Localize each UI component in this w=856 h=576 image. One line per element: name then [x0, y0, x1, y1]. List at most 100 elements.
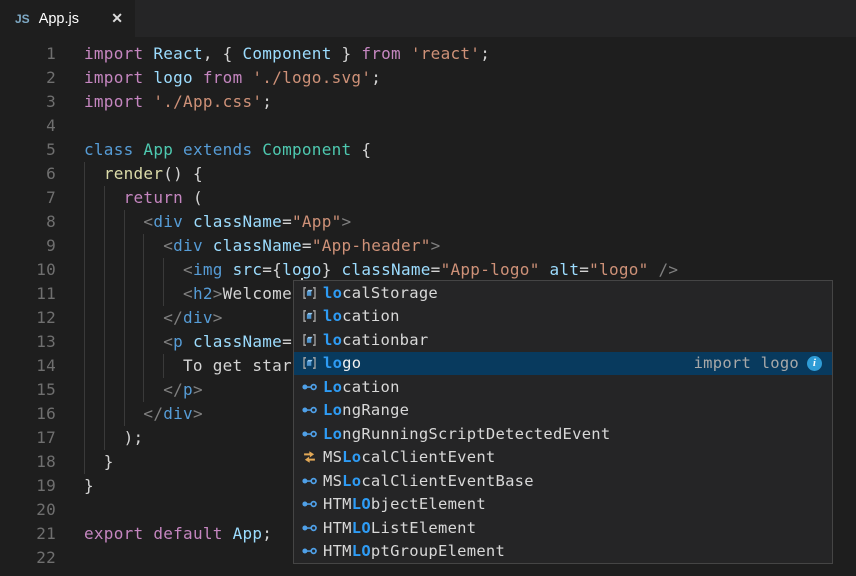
line-number[interactable]: 3 [0, 90, 56, 114]
info-icon[interactable]: i [807, 356, 822, 371]
code-token: alt [550, 260, 580, 279]
code-token: </ [163, 380, 183, 399]
tab-appjs[interactable]: JS App.js ✕ [0, 0, 135, 37]
suggestion-item[interactable]: LongRunningScriptDetectedEvent [294, 422, 832, 446]
code-token: React [153, 44, 203, 63]
code-line-content[interactable] [56, 114, 856, 138]
line-number[interactable]: 17 [0, 426, 56, 450]
suggestion-item-selected[interactable]: logoimport logoi [294, 352, 832, 376]
code-token: < [163, 236, 173, 255]
code-line-content[interactable]: import logo from './logo.svg'; [56, 66, 856, 90]
line-number[interactable]: 18 [0, 450, 56, 474]
line-number[interactable]: 5 [0, 138, 56, 162]
line-number[interactable]: 14 [0, 354, 56, 378]
line-number[interactable]: 19 [0, 474, 56, 498]
code-token [183, 212, 193, 231]
line-number[interactable]: 2 [0, 66, 56, 90]
indent-guide [84, 162, 85, 186]
code-line-content[interactable]: import React, { Component } from 'react'… [56, 42, 856, 66]
close-tab-icon[interactable]: ✕ [109, 8, 125, 29]
code-token: from [203, 68, 243, 87]
line-number[interactable]: 15 [0, 378, 56, 402]
indent-guide [124, 234, 125, 258]
code-token: "App-logo" [441, 260, 540, 279]
code-line[interactable]: 6 render() { [0, 162, 856, 186]
code-token: src [233, 260, 263, 279]
match-highlight: Lo [342, 472, 361, 490]
suggestion-item[interactable]: Location [294, 375, 832, 399]
code-token: export [84, 524, 143, 543]
code-line[interactable]: 7 return ( [0, 186, 856, 210]
match-highlight: Lo [323, 425, 342, 443]
suggestion-item[interactable]: HTMLObjectElement [294, 493, 832, 517]
code-line-content[interactable]: class App extends Component { [56, 138, 856, 162]
suggestion-item[interactable]: MSLocalClientEvent [294, 446, 832, 470]
code-line[interactable]: 8 <div className="App"> [0, 210, 856, 234]
code-token [223, 524, 233, 543]
line-number[interactable]: 12 [0, 306, 56, 330]
line-number[interactable]: 22 [0, 546, 56, 570]
code-token: 'react' [411, 44, 480, 63]
code-line[interactable]: 10 <img src={logo} className="App-logo" … [0, 258, 856, 282]
suggestion-item[interactable]: location [294, 305, 832, 329]
code-token: div [153, 212, 183, 231]
code-line[interactable]: 4 [0, 114, 856, 138]
code-line-content[interactable]: render() { [56, 162, 856, 186]
intellisense-suggest-widget[interactable]: localStoragelocationlocationbarlogoimpor… [293, 280, 833, 564]
suggestion-item[interactable]: LongRange [294, 399, 832, 423]
suggestion-label: MSLocalClientEventBase [323, 472, 534, 490]
tab-bar: JS App.js ✕ [0, 0, 856, 37]
line-number[interactable]: 9 [0, 234, 56, 258]
line-number[interactable]: 13 [0, 330, 56, 354]
code-line-content[interactable]: <img src={logo} className="App-logo" alt… [56, 258, 856, 282]
code-token: import [84, 68, 143, 87]
indent-guide [104, 330, 105, 354]
suggestion-item[interactable]: locationbar [294, 328, 832, 352]
indent-guide [84, 306, 85, 330]
code-token: go [302, 260, 322, 279]
suggestion-item[interactable]: localStorage [294, 281, 832, 305]
line-number[interactable]: 1 [0, 42, 56, 66]
line-number[interactable]: 11 [0, 282, 56, 306]
indent-guide [124, 282, 125, 306]
line-number[interactable]: 16 [0, 402, 56, 426]
code-line-content[interactable]: <div className="App"> [56, 210, 856, 234]
code-line[interactable]: 9 <div className="App-header"> [0, 234, 856, 258]
indent-guide [124, 402, 125, 426]
indent-guide [124, 258, 125, 282]
line-number[interactable]: 10 [0, 258, 56, 282]
suggestion-item[interactable]: MSLocalClientEventBase [294, 469, 832, 493]
line-number[interactable]: 7 [0, 186, 56, 210]
code-token: < [163, 332, 173, 351]
code-token: > [193, 380, 203, 399]
tab-title: App.js [39, 11, 110, 27]
code-token: < [143, 212, 153, 231]
line-number[interactable]: 6 [0, 162, 56, 186]
code-token [84, 404, 143, 423]
indent-guide [104, 234, 105, 258]
code-line-content[interactable]: <div className="App-header"> [56, 234, 856, 258]
line-number[interactable]: 20 [0, 498, 56, 522]
variable-kind-icon [300, 355, 318, 371]
suggestion-item[interactable]: HTMLOListElement [294, 516, 832, 540]
code-token [540, 260, 550, 279]
code-token: /> [658, 260, 678, 279]
code-line[interactable]: 5class App extends Component { [0, 138, 856, 162]
indent-guide [84, 330, 85, 354]
line-number[interactable]: 21 [0, 522, 56, 546]
code-line[interactable]: 2import logo from './logo.svg'; [0, 66, 856, 90]
code-line[interactable]: 3import './App.css'; [0, 90, 856, 114]
code-line-content[interactable]: import './App.css'; [56, 90, 856, 114]
code-line-content[interactable]: return ( [56, 186, 856, 210]
suggestion-item[interactable]: HTMLOptGroupElement [294, 540, 832, 564]
code-token: </ [143, 404, 163, 423]
line-number[interactable]: 4 [0, 114, 56, 138]
indent-guide [163, 354, 164, 378]
indent-guide [143, 306, 144, 330]
code-token: < [183, 284, 193, 303]
code-token [84, 284, 183, 303]
code-token: h2 [193, 284, 213, 303]
code-token: Welcome [223, 284, 292, 303]
line-number[interactable]: 8 [0, 210, 56, 234]
code-line[interactable]: 1import React, { Component } from 'react… [0, 42, 856, 66]
